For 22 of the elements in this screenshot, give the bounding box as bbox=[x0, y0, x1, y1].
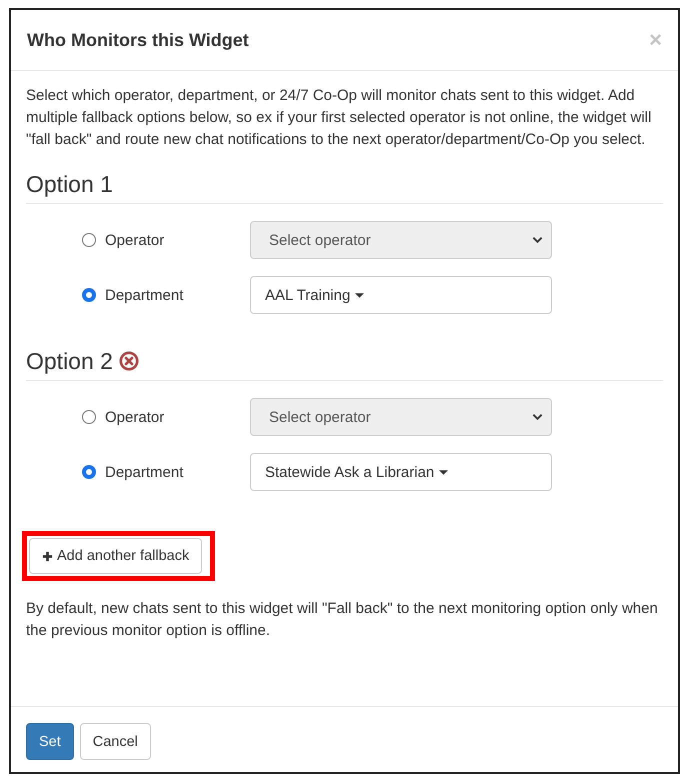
department-dropdown[interactable]: AAL Training bbox=[250, 276, 552, 314]
radio-label: Operator bbox=[105, 408, 164, 426]
chevron-icon bbox=[532, 236, 543, 244]
department-dropdown[interactable]: Statewide Ask a Librarian bbox=[250, 453, 552, 491]
add-fallback-button[interactable]: Add another fallback bbox=[29, 538, 202, 574]
radio-button[interactable] bbox=[82, 465, 96, 479]
option-heading: Option 2 bbox=[26, 348, 113, 374]
cancel-button[interactable]: Cancel bbox=[80, 723, 151, 760]
intro-text: Select which operator, department, or 24/7 Co-Op will monitor chats sent to this widget. Add multiple fallback options below, so ex if your first selected operator is not online, the widget will "fall back" and route new chat notifications to the next operator/department/Co-Op you select. bbox=[26, 86, 652, 150]
plus-icon bbox=[42, 550, 53, 562]
remove-icon[interactable] bbox=[118, 351, 139, 371]
note-text: By default, new chats sent to this widget will "Fall back" to the next monitoring option only when the previous monitor option is offline. bbox=[26, 599, 659, 641]
caret-icon bbox=[439, 470, 448, 474]
dialog-title: Who Monitors this Widget bbox=[27, 30, 249, 50]
caret-icon bbox=[355, 292, 364, 298]
radio-label: Operator bbox=[105, 232, 164, 248]
chevron-icon bbox=[532, 413, 543, 421]
radio-label: Department bbox=[105, 286, 184, 304]
radio-button[interactable] bbox=[82, 288, 96, 302]
set-button[interactable]: Set bbox=[26, 723, 74, 760]
option-heading: Option 1 bbox=[26, 171, 113, 197]
radio-label: Department bbox=[105, 464, 184, 480]
